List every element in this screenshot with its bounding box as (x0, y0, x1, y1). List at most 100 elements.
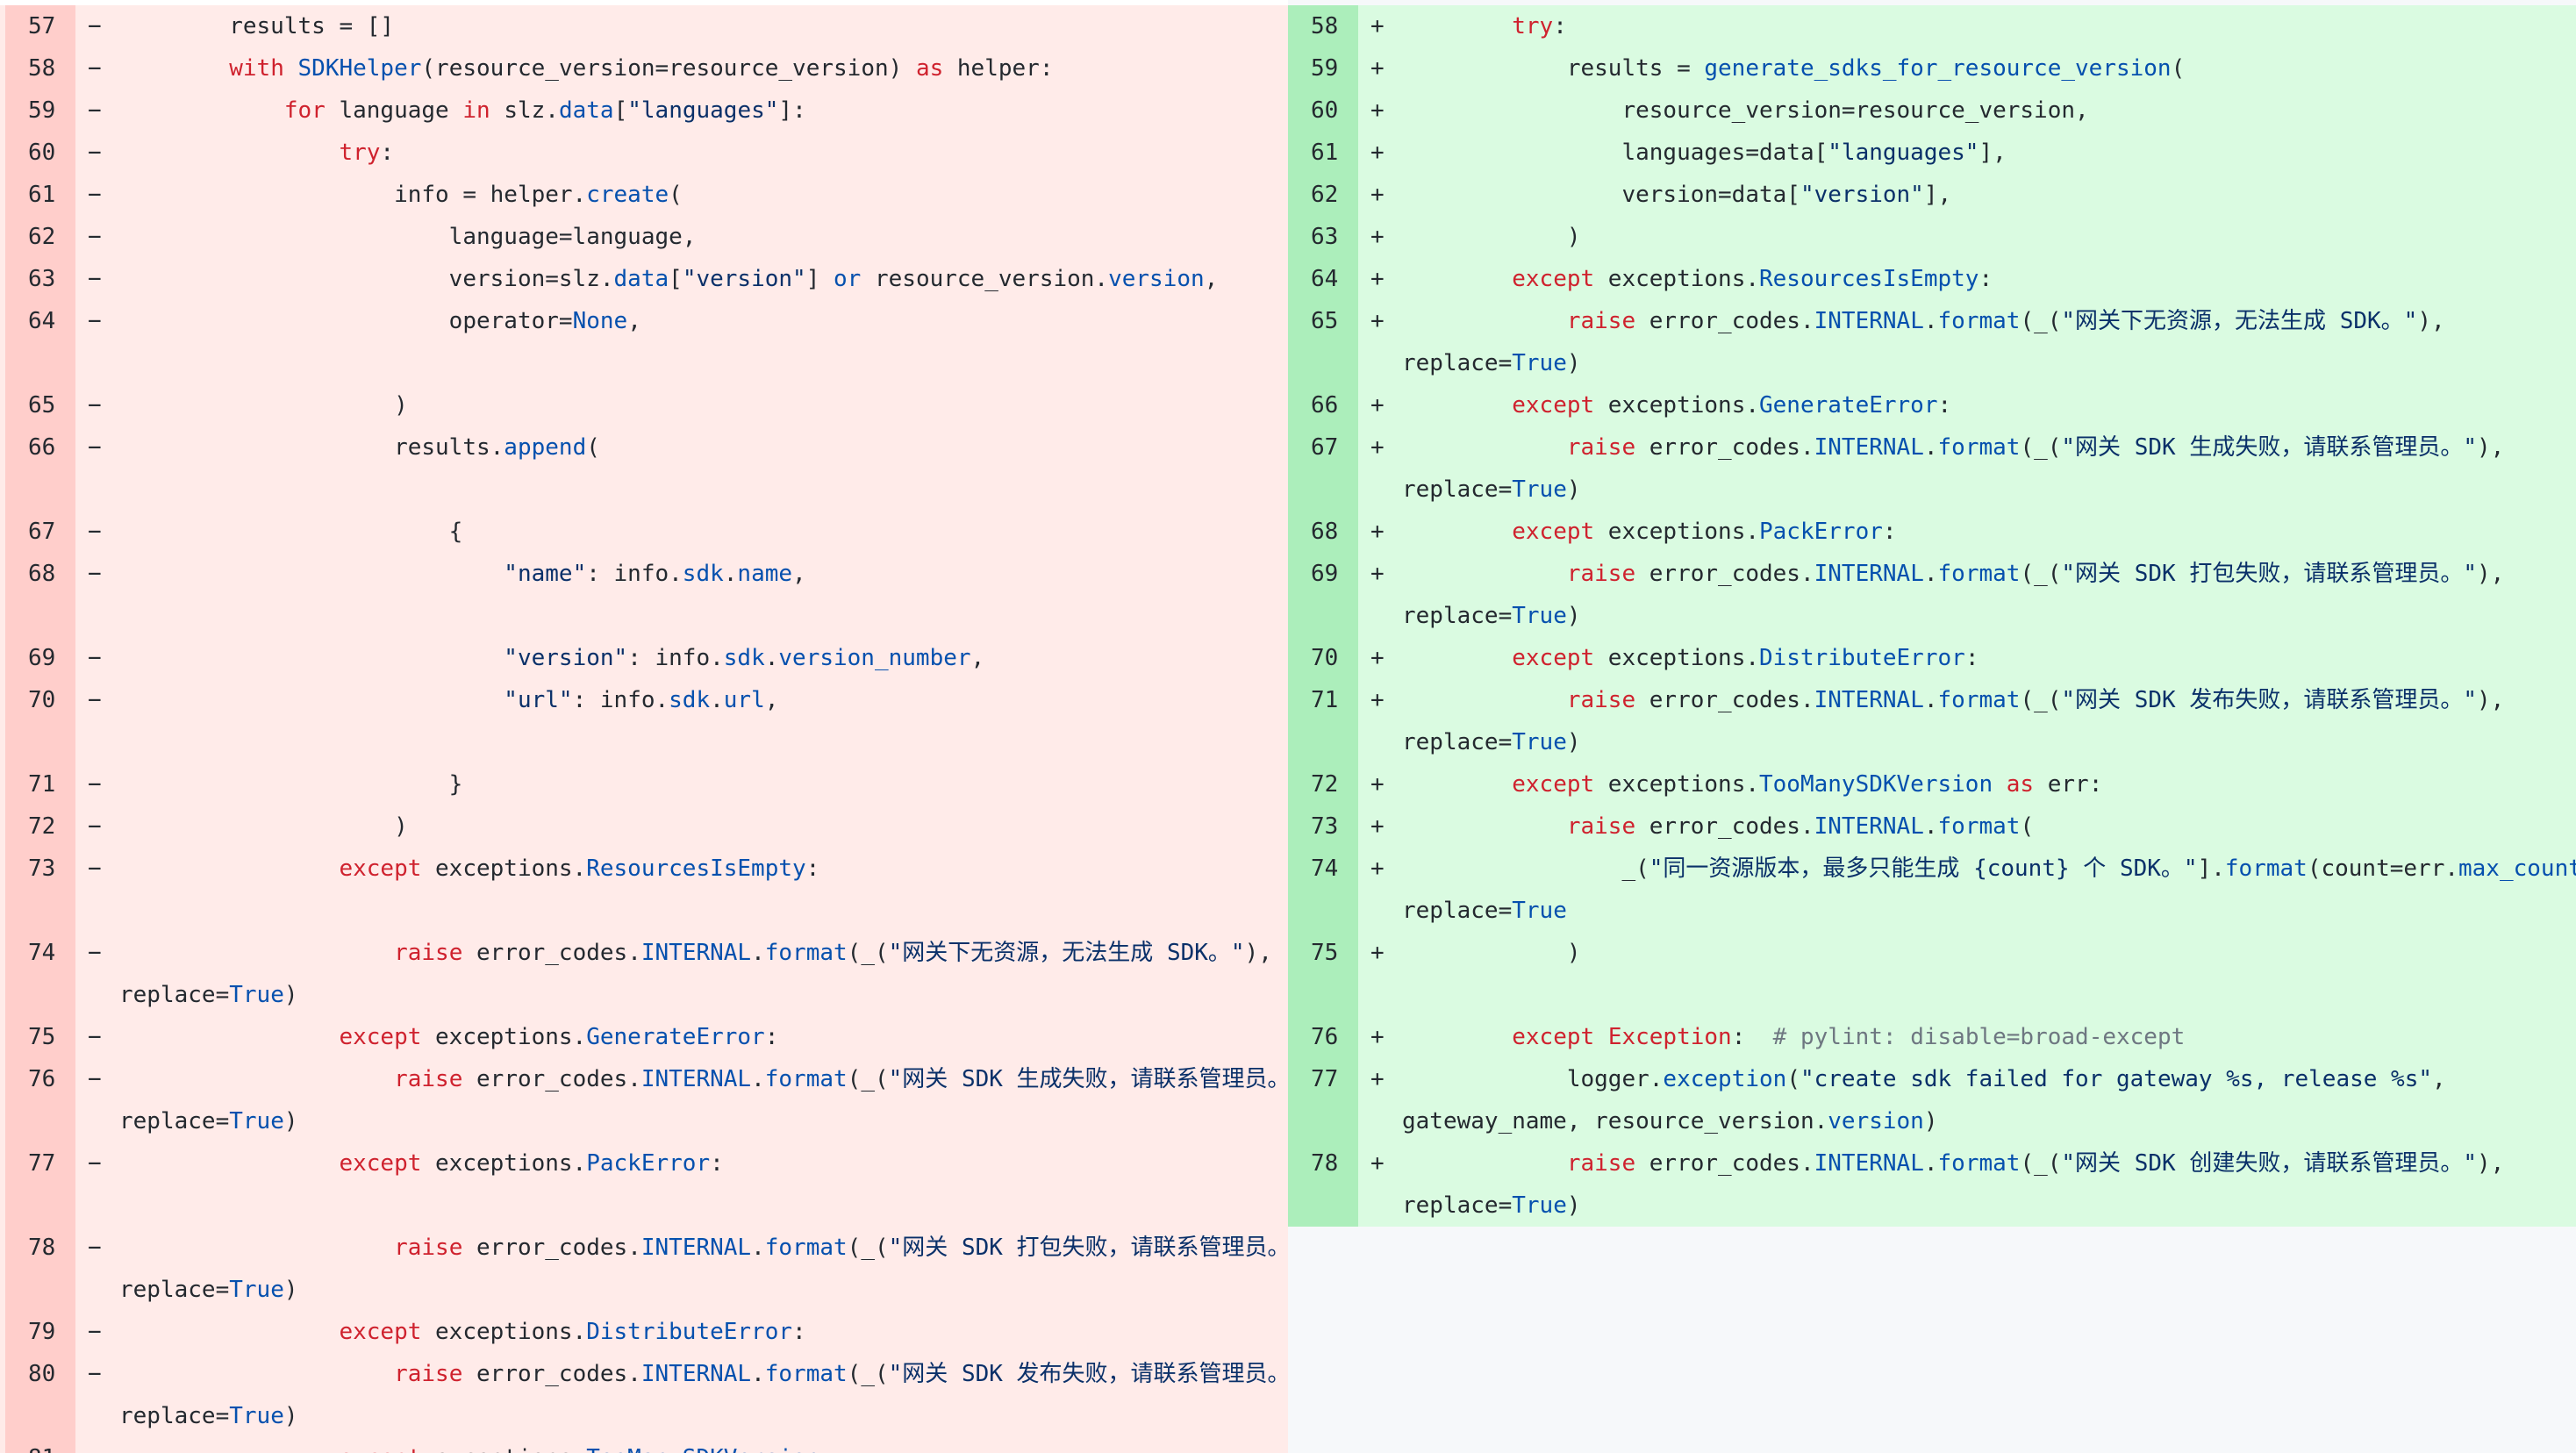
line-number[interactable]: 69 (1288, 553, 1358, 637)
deleted-line-row: 79− except exceptions.DistributeError: (0, 1311, 1288, 1353)
deleted-line-row: 59− for language in slz.data["languages"… (0, 89, 1288, 132)
line-number[interactable]: 63 (1288, 216, 1358, 258)
line-number[interactable]: 76 (5, 1058, 75, 1142)
code-token: INTERNAL (1814, 687, 1924, 713)
line-number[interactable]: 75 (5, 1016, 75, 1058)
line-number[interactable]: 81 (5, 1437, 75, 1453)
code-token: error_codes. (1635, 561, 1814, 587)
line-number[interactable]: 72 (5, 805, 75, 848)
line-number[interactable]: 57 (5, 5, 75, 47)
line-number[interactable]: 63 (5, 258, 75, 300)
code-text: try: (119, 132, 1288, 174)
line-number[interactable]: 70 (1288, 637, 1358, 679)
code-token: exceptions. (1594, 645, 1759, 671)
line-number[interactable]: 69 (5, 637, 75, 679)
line-number-text: 72 (28, 813, 56, 840)
line-number-text: 61 (1311, 140, 1339, 166)
code-token: "网关 SDK 打包失败，请联系管理员。" (2061, 561, 2477, 587)
minus-sign-icon: − (75, 805, 119, 848)
code-token: or (834, 266, 862, 292)
line-number[interactable]: 61 (5, 174, 75, 216)
line-number[interactable]: 58 (1288, 5, 1358, 47)
code-token: , (792, 561, 806, 587)
plus-sign-icon: + (1358, 679, 1402, 763)
code-line: raise error_codes.INTERNAL.format(_("网关 … (1402, 679, 2576, 763)
deleted-line-row: 70− "url": info.sdk.url, (0, 679, 1288, 763)
code-token: exceptions. (421, 1319, 587, 1345)
line-number[interactable]: 77 (1288, 1058, 1358, 1142)
line-number[interactable]: 68 (1288, 511, 1358, 553)
code-token: INTERNAL (1814, 308, 1924, 334)
code-token: True (229, 982, 284, 1008)
code-token: except (339, 1150, 422, 1177)
line-number[interactable]: 60 (1288, 89, 1358, 132)
code-token: replace= (1402, 898, 1513, 924)
code-token: ) (1402, 224, 1581, 250)
added-line-row: 74 + _("同一资源版本，最多只能生成 {count} 个 SDK。"].fo… (1288, 848, 2576, 932)
line-number[interactable]: 62 (1288, 174, 1358, 216)
line-number[interactable]: 78 (1288, 1142, 1358, 1227)
line-number[interactable]: 71 (1288, 679, 1358, 763)
line-number[interactable]: 80 (5, 1353, 75, 1437)
code-token: "网关下无资源，无法生成 SDK。" (888, 940, 1245, 966)
code-token: PackError (586, 1150, 711, 1177)
line-number[interactable]: 67 (1288, 426, 1358, 511)
code-token: True (1512, 603, 1567, 629)
line-number[interactable]: 73 (5, 848, 75, 932)
line-number[interactable]: 64 (1288, 258, 1358, 300)
plus-sign-icon: + (1358, 511, 1402, 553)
code-wrapped-text (119, 595, 1288, 637)
line-number[interactable]: 70 (5, 679, 75, 763)
line-number[interactable]: 76 (1288, 1016, 1358, 1058)
code-line: raise error_codes.INTERNAL.format(_("网关 … (119, 1058, 1288, 1142)
code-wrapped-text: replace=True) (119, 974, 1288, 1016)
line-number[interactable]: 75 (1288, 932, 1358, 1016)
line-number[interactable]: 74 (5, 932, 75, 1016)
line-number[interactable]: 77 (5, 1142, 75, 1227)
line-number[interactable]: 68 (5, 553, 75, 637)
line-number[interactable]: 65 (5, 384, 75, 426)
line-number[interactable]: 66 (5, 426, 75, 511)
line-number[interactable]: 67 (5, 511, 75, 553)
line-number[interactable]: 59 (5, 89, 75, 132)
minus-sign-icon: − (75, 637, 119, 679)
code-token: raise (394, 1361, 463, 1387)
line-number[interactable]: 66 (1288, 384, 1358, 426)
line-number[interactable]: 74 (1288, 848, 1358, 932)
code-token: resource_version. (861, 266, 1109, 292)
code-token: error_codes. (1635, 687, 1814, 713)
plus-sign-icon: + (1358, 5, 1402, 47)
line-number[interactable]: 79 (5, 1311, 75, 1353)
code-text: { (119, 511, 1288, 553)
line-number[interactable]: 58 (5, 47, 75, 89)
code-token: exceptions. (421, 1024, 587, 1050)
code-token: data (613, 266, 669, 292)
line-number[interactable]: 65 (1288, 300, 1358, 384)
code-token: exceptions. (421, 855, 587, 882)
code-token: format (1937, 813, 2021, 840)
code-token: slz. (490, 97, 559, 124)
code-token: exception (1663, 1066, 1787, 1092)
line-number[interactable]: 64 (5, 300, 75, 384)
code-token: "同一资源版本，最多只能生成 {count} 个 SDK。" (1649, 855, 2198, 882)
plus-sign-icon: + (1358, 553, 1402, 637)
line-number[interactable]: 71 (5, 763, 75, 805)
code-token: version=slz. (119, 266, 614, 292)
line-number[interactable]: 62 (5, 216, 75, 258)
added-line-row: 77 + logger.exception("create sdk failed … (1288, 1058, 2576, 1142)
code-line: logger.exception("create sdk failed for … (1402, 1058, 2576, 1142)
line-number[interactable]: 59 (1288, 47, 1358, 89)
code-token: GenerateError (1759, 392, 1938, 419)
line-number[interactable]: 73 (1288, 805, 1358, 848)
code-token: [ (613, 97, 628, 124)
code-token: ]: (778, 97, 806, 124)
line-number[interactable]: 78 (5, 1227, 75, 1311)
line-number[interactable]: 60 (5, 132, 75, 174)
code-token: INTERNAL (1814, 1150, 1924, 1177)
line-number[interactable]: 61 (1288, 132, 1358, 174)
code-token: except (1512, 519, 1595, 545)
minus-sign-icon: − (75, 132, 119, 174)
added-line-row: 71 + raise error_codes.INTERNAL.format(_(… (1288, 679, 2576, 763)
code-line: language=language, (119, 216, 1288, 258)
line-number[interactable]: 72 (1288, 763, 1358, 805)
